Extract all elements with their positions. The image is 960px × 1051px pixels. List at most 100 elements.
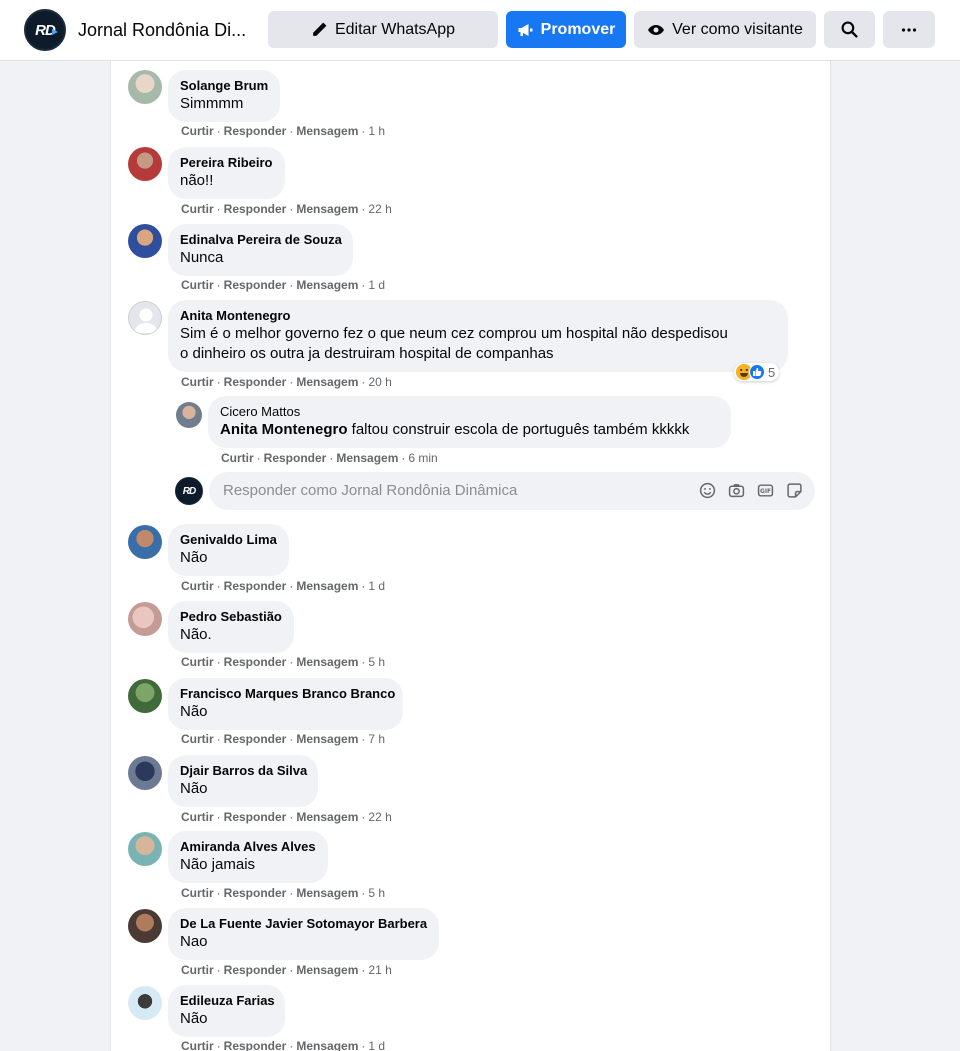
comment-time[interactable]: 20 h bbox=[368, 375, 391, 389]
comment-author[interactable]: Edileuza Farias bbox=[180, 992, 275, 1009]
comment-time[interactable]: 7 h bbox=[368, 732, 385, 746]
like-link[interactable]: Curtir bbox=[181, 810, 214, 824]
comment-time[interactable]: 21 h bbox=[368, 963, 391, 977]
reply-avatar[interactable] bbox=[176, 402, 202, 428]
comment-author[interactable]: Solange Brum bbox=[180, 77, 268, 94]
emoji-icon[interactable] bbox=[699, 482, 716, 499]
more-options-button[interactable] bbox=[883, 11, 935, 48]
avatar[interactable] bbox=[128, 679, 162, 713]
sticker-icon[interactable] bbox=[786, 482, 803, 499]
comment-text: não!! bbox=[180, 172, 214, 189]
comment-time[interactable]: 5 h bbox=[368, 886, 385, 900]
like-link[interactable]: Curtir bbox=[181, 124, 214, 138]
like-link[interactable]: Curtir bbox=[181, 1039, 214, 1051]
avatar[interactable] bbox=[128, 602, 162, 636]
edit-whatsapp-button[interactable]: Editar WhatsApp bbox=[268, 11, 498, 48]
reply-mention[interactable]: Anita Montenegro bbox=[220, 421, 348, 438]
avatar[interactable] bbox=[128, 224, 162, 258]
reply-bubble: Cicero Mattos Anita Montenegro faltou co… bbox=[208, 396, 731, 448]
comment-bubble: De La Fuente Javier Sotomayor Barbera Na… bbox=[168, 908, 439, 960]
comment-text: Simmmm bbox=[180, 95, 244, 112]
comment-bubble: Solange Brum Simmmm bbox=[168, 70, 280, 122]
comment-actions: Curtir · Responder · Mensagem · 1 h bbox=[181, 124, 386, 138]
comment-time[interactable]: 22 h bbox=[368, 202, 391, 216]
like-link[interactable]: Curtir bbox=[181, 655, 214, 669]
reply-link[interactable]: Responder bbox=[224, 579, 287, 593]
message-link[interactable]: Mensagem bbox=[296, 886, 358, 900]
reply-actions: Curtir · Responder · Mensagem · 6 min bbox=[221, 451, 438, 465]
reply-link[interactable]: Responder bbox=[224, 202, 287, 216]
avatar[interactable] bbox=[128, 525, 162, 559]
like-link[interactable]: Curtir bbox=[181, 579, 214, 593]
reply-input[interactable]: Responder como Jornal Rondônia Dinâmica … bbox=[209, 472, 815, 510]
comment-bubble: Genivaldo Lima Não bbox=[168, 524, 289, 576]
comment-time[interactable]: 22 h bbox=[368, 810, 391, 824]
avatar[interactable] bbox=[128, 832, 162, 866]
avatar[interactable] bbox=[128, 756, 162, 790]
search-button[interactable] bbox=[824, 11, 875, 48]
reply-link[interactable]: Responder bbox=[224, 278, 287, 292]
comment-author[interactable]: Pedro Sebastião bbox=[180, 608, 282, 625]
reply-author[interactable]: Cicero Mattos bbox=[220, 403, 719, 420]
message-link[interactable]: Mensagem bbox=[296, 655, 358, 669]
avatar[interactable] bbox=[128, 986, 162, 1020]
comment-author[interactable]: Francisco Marques Branco Branco bbox=[180, 685, 395, 702]
message-link[interactable]: Mensagem bbox=[296, 963, 358, 977]
message-link[interactable]: Mensagem bbox=[296, 1039, 358, 1051]
reply-link[interactable]: Responder bbox=[224, 655, 287, 669]
comment-time[interactable]: 1 d bbox=[368, 1039, 385, 1051]
like-link[interactable]: Curtir bbox=[181, 732, 214, 746]
comment-actions: Curtir · Responder · Mensagem · 7 h bbox=[181, 732, 386, 746]
comment-author[interactable]: Genivaldo Lima bbox=[180, 531, 277, 548]
reply-link[interactable]: Responder bbox=[224, 886, 287, 900]
page-logo[interactable]: RD bbox=[24, 9, 66, 51]
comment-author[interactable]: Djair Barros da Silva bbox=[180, 762, 307, 779]
gif-icon[interactable]: GIF bbox=[757, 482, 774, 499]
message-link[interactable]: Mensagem bbox=[296, 202, 358, 216]
comment-author[interactable]: Edinalva Pereira de Souza bbox=[180, 231, 342, 248]
comment-time[interactable]: 1 h bbox=[368, 124, 385, 138]
message-link[interactable]: Mensagem bbox=[296, 732, 358, 746]
reply-link[interactable]: Responder bbox=[224, 963, 287, 977]
message-link[interactable]: Mensagem bbox=[296, 278, 358, 292]
avatar[interactable] bbox=[128, 909, 162, 943]
like-link[interactable]: Curtir bbox=[181, 278, 214, 292]
reply-link[interactable]: Responder bbox=[224, 1039, 287, 1051]
like-link[interactable]: Curtir bbox=[181, 886, 214, 900]
avatar[interactable] bbox=[128, 70, 162, 104]
comment-author[interactable]: Pereira Ribeiro bbox=[180, 154, 273, 171]
message-link[interactable]: Mensagem bbox=[296, 579, 358, 593]
like-link[interactable]: Curtir bbox=[181, 202, 214, 216]
like-link[interactable]: Curtir bbox=[221, 451, 254, 465]
reply-link[interactable]: Responder bbox=[224, 375, 287, 389]
like-link[interactable]: Curtir bbox=[181, 963, 214, 977]
view-as-visitor-button[interactable]: Ver como visitante bbox=[634, 11, 816, 48]
comment-time[interactable]: 5 h bbox=[368, 655, 385, 669]
comment-author[interactable]: De La Fuente Javier Sotomayor Barbera bbox=[180, 915, 427, 932]
comment-text: Não bbox=[180, 780, 208, 797]
message-link[interactable]: Mensagem bbox=[296, 124, 358, 138]
comment-time[interactable]: 1 d bbox=[368, 579, 385, 593]
avatar[interactable] bbox=[128, 147, 162, 181]
reply-link[interactable]: Responder bbox=[264, 451, 327, 465]
like-link[interactable]: Curtir bbox=[181, 375, 214, 389]
camera-icon[interactable] bbox=[728, 482, 745, 499]
comment-time[interactable]: 1 d bbox=[368, 278, 385, 292]
reply-link[interactable]: Responder bbox=[224, 810, 287, 824]
message-link[interactable]: Mensagem bbox=[296, 810, 358, 824]
reply-link[interactable]: Responder bbox=[224, 124, 287, 138]
comment-author[interactable]: Amiranda Alves Alves bbox=[180, 838, 316, 855]
reply-time[interactable]: 6 min bbox=[408, 451, 437, 465]
avatar[interactable] bbox=[128, 301, 162, 335]
message-link[interactable]: Mensagem bbox=[336, 451, 398, 465]
reaction-summary[interactable]: 5 bbox=[734, 363, 780, 381]
promote-button[interactable]: Promover bbox=[506, 11, 626, 48]
comment-author[interactable]: Anita Montenegro bbox=[180, 307, 776, 324]
page-title[interactable]: Jornal Rondônia Di... bbox=[78, 20, 246, 41]
message-link[interactable]: Mensagem bbox=[296, 375, 358, 389]
comment-text: Nunca bbox=[180, 249, 224, 266]
page-avatar: RD bbox=[175, 477, 203, 505]
reply-placeholder: Responder como Jornal Rondônia Dinâmica bbox=[223, 482, 518, 499]
comment-bubble: Edinalva Pereira de Souza Nunca bbox=[168, 224, 353, 276]
reply-link[interactable]: Responder bbox=[224, 732, 287, 746]
